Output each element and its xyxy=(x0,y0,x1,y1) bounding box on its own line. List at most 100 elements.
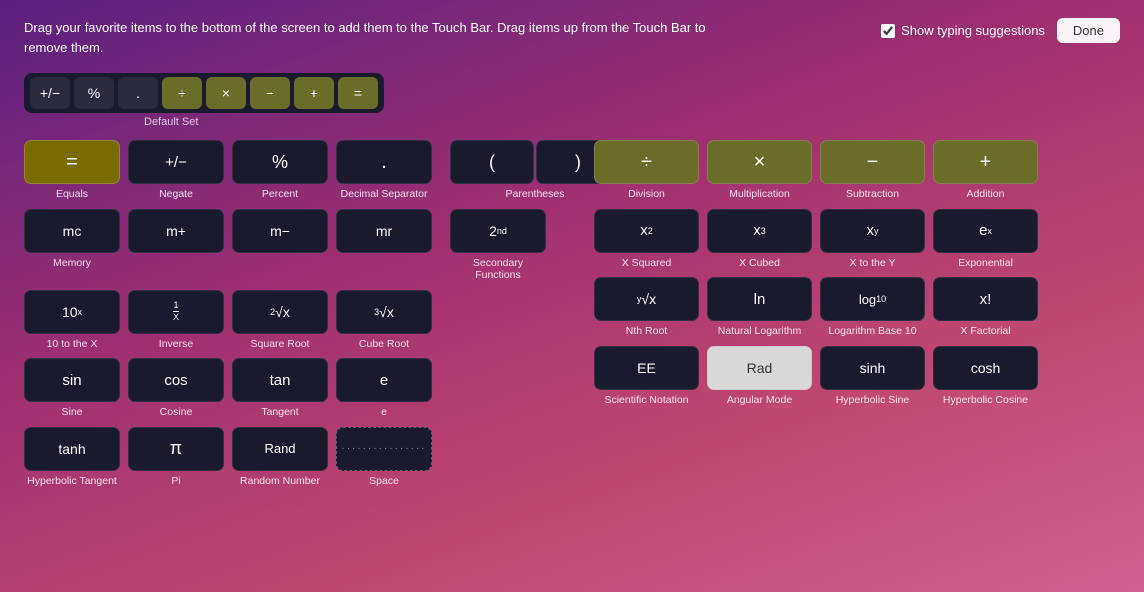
decimal-btn[interactable]: . xyxy=(336,140,432,184)
rad-btn[interactable]: Rad xyxy=(707,346,812,390)
secondary-btn[interactable]: 2nd xyxy=(450,209,546,253)
factorial-group: x! X Factorial xyxy=(933,277,1038,338)
ln-group: ln Natural Logarithm xyxy=(707,277,812,338)
inverse-btn[interactable]: 1 X xyxy=(128,290,224,334)
sinh-btn[interactable]: sinh xyxy=(820,346,925,390)
rand-label: Random Number xyxy=(240,475,320,488)
mc-group: mc Memory xyxy=(24,209,120,270)
mplus-btn[interactable]: m+ xyxy=(128,209,224,253)
mc-btn[interactable]: mc xyxy=(24,209,120,253)
subtraction-btn[interactable]: − xyxy=(820,140,925,184)
show-typing-text: Show typing suggestions xyxy=(901,23,1045,38)
rand-group: Rand Random Number xyxy=(232,427,328,488)
ds-percent-btn[interactable]: % xyxy=(74,77,114,109)
equals-label: Equals xyxy=(56,188,88,201)
percent-group: % Percent xyxy=(232,140,328,201)
xtoy-group: xy X to the Y xyxy=(820,209,925,270)
ds-subtract-btn[interactable]: − xyxy=(250,77,290,109)
rp-row-powers: x2 X Squared x3 X Cubed xy X to the Y ex… xyxy=(594,209,1120,270)
cos-label: Cosine xyxy=(160,406,193,419)
exponential-btn[interactable]: ex xyxy=(933,209,1038,253)
space-btn[interactable]: ················ xyxy=(336,427,432,471)
pi-btn[interactable]: π xyxy=(128,427,224,471)
sin-label: Sine xyxy=(61,406,82,419)
ds-negate-btn[interactable]: +/− xyxy=(30,77,70,109)
ds-divide-btn[interactable]: ÷ xyxy=(162,77,202,109)
default-set-bar: +/− % . ÷ × − + = xyxy=(24,73,384,113)
show-typing-label[interactable]: Show typing suggestions xyxy=(881,23,1045,38)
negate-btn[interactable]: +/− xyxy=(128,140,224,184)
cbrt-label: Cube Root xyxy=(359,338,409,351)
cbrt-btn[interactable]: 3√x xyxy=(336,290,432,334)
tenx-label: 10 to the X xyxy=(47,338,98,351)
tenx-group: 10x 10 to the X xyxy=(24,290,120,351)
division-btn[interactable]: ÷ xyxy=(594,140,699,184)
decimal-group: . Decimal Separator xyxy=(336,140,432,201)
default-set-label: Default Set xyxy=(144,116,198,128)
ln-btn[interactable]: ln xyxy=(707,277,812,321)
percent-label: Percent xyxy=(262,188,298,201)
subtraction-label: Subtraction xyxy=(846,188,899,201)
left-panel: = Equals +/− Negate % Percent . Decimal … xyxy=(24,140,584,496)
equals-btn[interactable]: = xyxy=(24,140,120,184)
cosh-btn[interactable]: cosh xyxy=(933,346,1038,390)
xcubed-btn[interactable]: x3 xyxy=(707,209,812,253)
factorial-label: X Factorial xyxy=(960,325,1010,338)
xsquared-group: x2 X Squared xyxy=(594,209,699,270)
tan-btn[interactable]: tan xyxy=(232,358,328,402)
e-group: e e xyxy=(336,358,432,419)
header-controls: Show typing suggestions Done xyxy=(881,18,1120,43)
decimal-label: Decimal Separator xyxy=(341,188,428,201)
cos-btn[interactable]: cos xyxy=(128,358,224,402)
multiplication-label: Multiplication xyxy=(729,188,790,201)
subtraction-group: − Subtraction xyxy=(820,140,925,201)
inverse-frac: 1 X xyxy=(173,301,179,322)
exponential-group: ex Exponential xyxy=(933,209,1038,270)
cbrt-group: 3√x Cube Root xyxy=(336,290,432,351)
percent-btn[interactable]: % xyxy=(232,140,328,184)
ln-label: Natural Logarithm xyxy=(718,325,801,338)
xsquared-btn[interactable]: x2 xyxy=(594,209,699,253)
sin-btn[interactable]: sin xyxy=(24,358,120,402)
multiplication-btn[interactable]: × xyxy=(707,140,812,184)
mr-btn[interactable]: mr xyxy=(336,209,432,253)
log10-label: Logarithm Base 10 xyxy=(828,325,916,338)
left-paren-btn[interactable]: ( xyxy=(450,140,534,184)
exponential-label: Exponential xyxy=(958,257,1013,270)
factorial-btn[interactable]: x! xyxy=(933,277,1038,321)
ds-multiply-btn[interactable]: × xyxy=(206,77,246,109)
header: Drag your favorite items to the bottom o… xyxy=(24,18,1120,57)
rand-btn[interactable]: Rand xyxy=(232,427,328,471)
e-btn[interactable]: e xyxy=(336,358,432,402)
mr-group: mr xyxy=(336,209,432,257)
sinh-group: sinh Hyperbolic Sine xyxy=(820,346,925,407)
show-typing-checkbox[interactable] xyxy=(881,24,895,38)
tenx-btn[interactable]: 10x xyxy=(24,290,120,334)
tanh-btn[interactable]: tanh xyxy=(24,427,120,471)
mplus-group: m+ xyxy=(128,209,224,257)
tan-label: Tangent xyxy=(261,406,298,419)
xtoy-btn[interactable]: xy xyxy=(820,209,925,253)
xsquared-label: X Squared xyxy=(622,257,672,270)
sqrt-label: Square Root xyxy=(251,338,310,351)
rp-row-log: y√x Nth Root ln Natural Logarithm log10 … xyxy=(594,277,1120,338)
ds-decimal-btn[interactable]: . xyxy=(118,77,158,109)
done-button[interactable]: Done xyxy=(1057,18,1120,43)
sqrt-btn[interactable]: 2√x xyxy=(232,290,328,334)
mminus-group: m− xyxy=(232,209,328,257)
ds-add-btn[interactable]: + xyxy=(294,77,334,109)
addition-group: + Addition xyxy=(933,140,1038,201)
row-powers: 10x 10 to the X 1 X Inverse 2√x xyxy=(24,290,584,351)
ds-equals-btn[interactable]: = xyxy=(338,77,378,109)
nthroot-btn[interactable]: y√x xyxy=(594,277,699,321)
addition-btn[interactable]: + xyxy=(933,140,1038,184)
ee-btn[interactable]: EE xyxy=(594,346,699,390)
tan-group: tan Tangent xyxy=(232,358,328,419)
xtoy-label: X to the Y xyxy=(850,257,896,270)
e-label: e xyxy=(381,406,387,419)
tanh-label: Hyperbolic Tangent xyxy=(27,475,117,488)
mminus-btn[interactable]: m− xyxy=(232,209,328,253)
instruction-text: Drag your favorite items to the bottom o… xyxy=(24,18,724,57)
log10-btn[interactable]: log10 xyxy=(820,277,925,321)
rad-label: Angular Mode xyxy=(727,394,792,407)
